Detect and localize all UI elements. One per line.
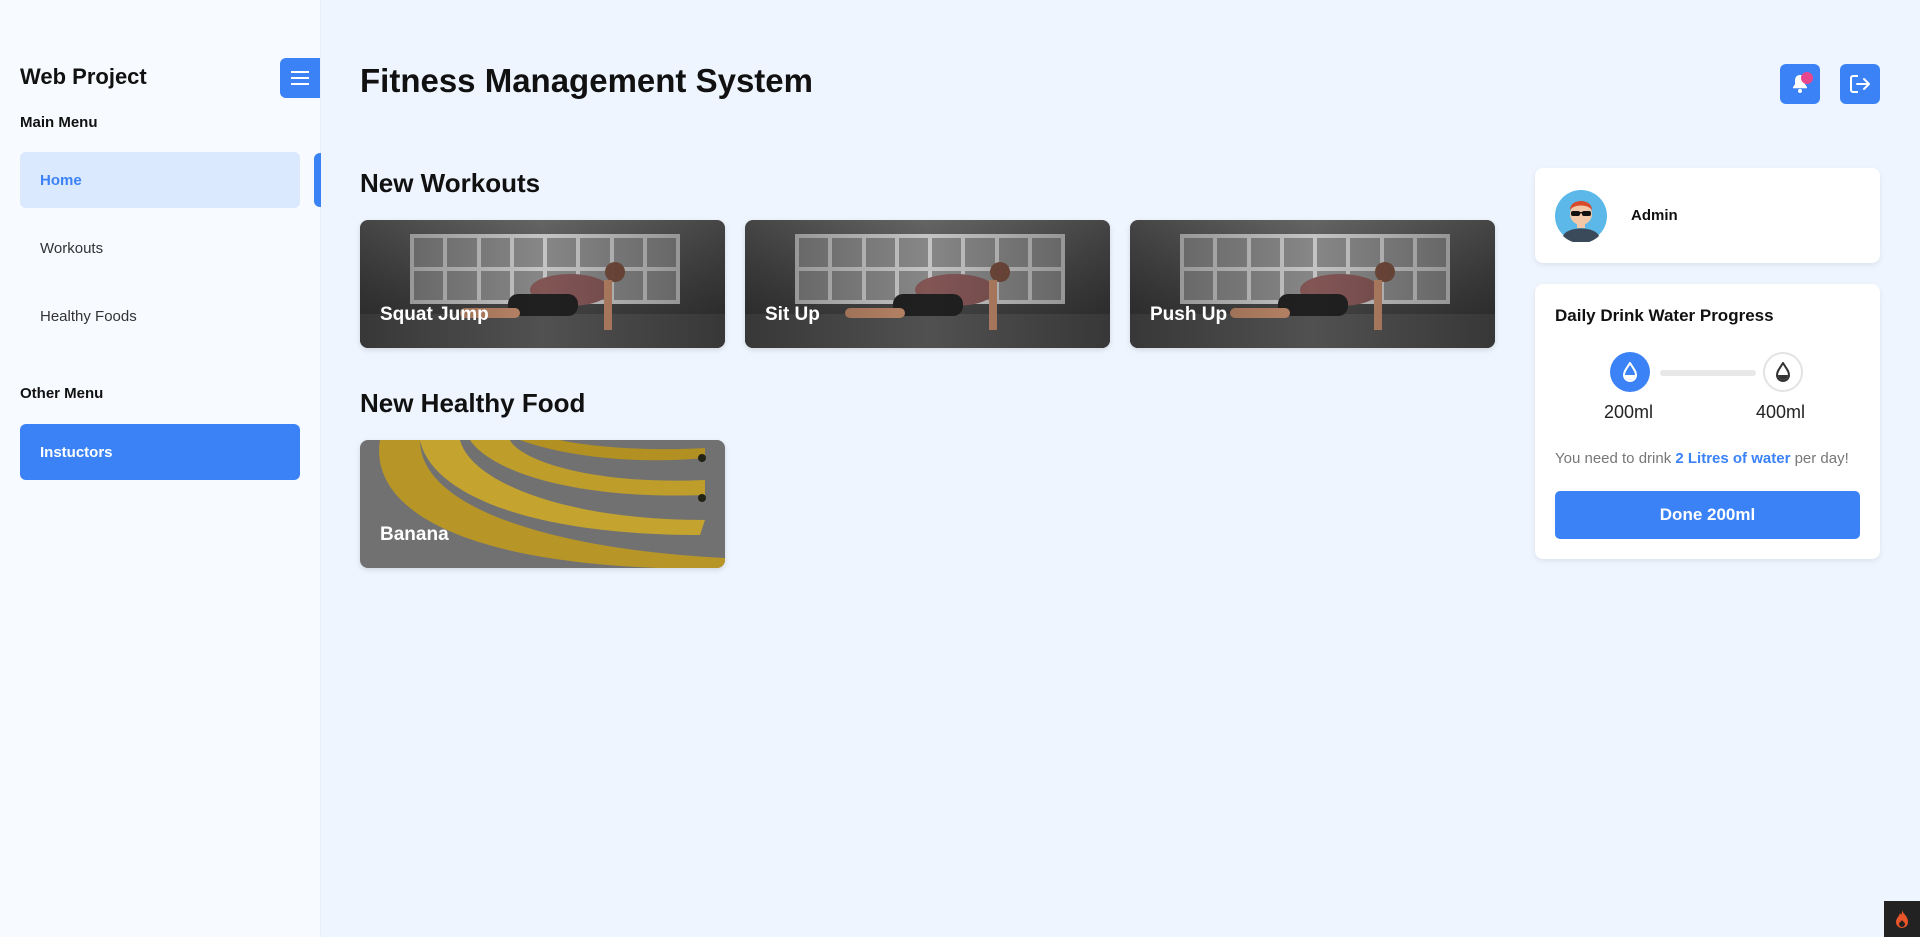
food-section-title: New Healthy Food — [360, 388, 586, 418]
water-drop-icon — [1622, 362, 1638, 382]
water-progress-card: Daily Drink Water Progress 200ml 400ml Y… — [1535, 284, 1880, 559]
sidebar-item-healthy-foods[interactable]: Healthy Foods — [20, 288, 300, 344]
water-step-next — [1763, 352, 1803, 392]
fire-icon[interactable] — [1884, 901, 1920, 937]
page-title: Fitness Management System — [360, 62, 813, 99]
profile-name: Admin — [1631, 207, 1678, 224]
card-title: Banana — [380, 524, 449, 545]
sidebar-item-home[interactable]: Home — [20, 152, 300, 208]
workouts-section-title: New Workouts — [360, 168, 541, 198]
workout-image — [745, 220, 1110, 348]
other-menu-label: Other Menu — [20, 385, 104, 402]
water-note-prefix: You need to drink — [1555, 450, 1676, 467]
workout-card-squat-jump[interactable]: Squat Jump — [360, 220, 725, 348]
menu-toggle-button[interactable] — [280, 58, 320, 98]
water-drop-icon — [1775, 362, 1791, 382]
water-progress-title: Daily Drink Water Progress — [1555, 306, 1774, 325]
water-step-current — [1610, 352, 1650, 392]
logout-icon — [1850, 75, 1870, 93]
workout-card-push-up[interactable]: Push Up — [1130, 220, 1495, 348]
profile-card: Admin — [1535, 168, 1880, 263]
sidebar-item-instructors[interactable]: Instuctors — [20, 424, 300, 480]
workout-image — [1130, 220, 1495, 348]
logout-button[interactable] — [1840, 64, 1880, 104]
sidebar: Web Project Main Menu Home Workouts Heal… — [0, 0, 321, 937]
notification-dot — [1801, 72, 1813, 84]
done-water-button[interactable]: Done 200ml — [1555, 491, 1860, 539]
card-title: Sit Up — [765, 304, 820, 325]
workout-card-sit-up[interactable]: Sit Up — [745, 220, 1110, 348]
hamburger-icon — [291, 71, 309, 85]
notifications-button[interactable] — [1780, 64, 1820, 104]
food-image — [360, 440, 725, 568]
sidebar-item-workouts[interactable]: Workouts — [20, 220, 300, 276]
active-indicator — [314, 153, 321, 207]
workout-image — [360, 220, 725, 348]
main-menu-label: Main Menu — [20, 114, 98, 131]
water-note-suffix: per day! — [1790, 450, 1849, 467]
brand-title: Web Project — [20, 64, 147, 89]
food-card-banana[interactable]: Banana — [360, 440, 725, 568]
water-note-highlight: 2 Litres of water — [1675, 450, 1791, 467]
card-title: Squat Jump — [380, 304, 489, 325]
water-progress-bar — [1660, 370, 1756, 376]
water-note: You need to drink 2 Litres of water per … — [1555, 450, 1849, 467]
water-next-amount: 400ml — [1756, 402, 1806, 422]
card-title: Push Up — [1150, 304, 1228, 325]
avatar[interactable] — [1555, 190, 1607, 242]
water-current-amount: 200ml — [1604, 402, 1654, 422]
